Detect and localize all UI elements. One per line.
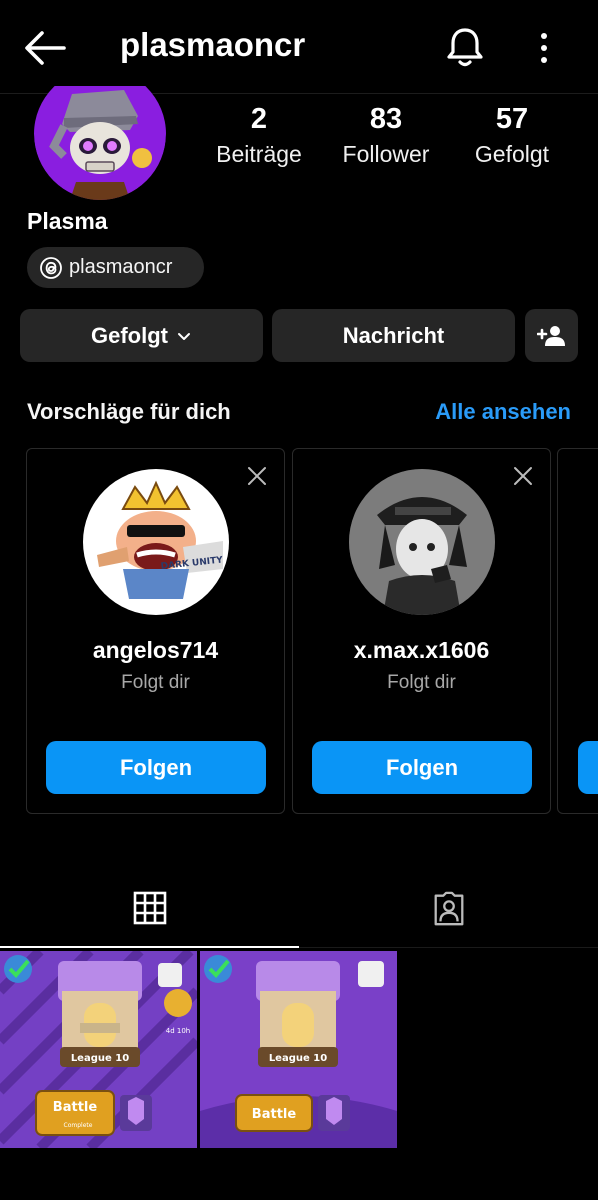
stat-posts-count: 2	[250, 103, 268, 135]
profile-username: plasmaoncr	[120, 26, 306, 63]
tab-tagged[interactable]	[299, 870, 598, 948]
stat-followers-label: Follower	[342, 141, 430, 167]
follow-button[interactable]: Folgen	[46, 741, 266, 794]
following-button[interactable]: Gefolgt	[20, 309, 263, 362]
suggestion-username: x.max.x1606	[353, 637, 490, 663]
top-bar: plasmaoncr	[0, 0, 598, 94]
message-button-label: Nachricht	[342, 322, 445, 348]
post-league-label: League 10	[269, 1053, 327, 1064]
stat-posts[interactable]: 2 Beiträge	[199, 102, 319, 172]
suggestion-subtitle: Folgt dir	[121, 672, 190, 693]
stat-following[interactable]: 57 Gefolgt	[452, 102, 572, 172]
suggestions-title: Vorschläge für dich	[27, 399, 231, 424]
stat-following-count: 57	[495, 103, 529, 135]
bell-icon[interactable]	[443, 24, 487, 70]
add-person-button[interactable]	[525, 309, 578, 362]
threads-handle: plasmaoncr	[69, 256, 173, 278]
suggestion-avatar[interactable]	[349, 469, 495, 615]
threads-badge[interactable]: plasmaoncr	[27, 247, 204, 288]
suggestion-card[interactable]: x.max.x1606 Folgt dir Folgen	[292, 448, 551, 814]
follow-button[interactable]: Folgen	[312, 741, 532, 794]
stat-followers-count: 83	[369, 103, 403, 135]
suggestion-subtitle: Folgt dir	[387, 672, 456, 693]
add-person-icon	[536, 325, 565, 346]
grid-icon	[133, 891, 166, 925]
post-league-label: League 10	[71, 1053, 129, 1064]
post-battle-label: Battle	[53, 1100, 98, 1115]
suggestion-card-partial[interactable]	[557, 448, 598, 814]
suggestion-avatar[interactable]: DARK UNITY	[83, 469, 229, 615]
arrow-left-icon[interactable]	[22, 28, 68, 68]
close-icon[interactable]	[246, 465, 268, 487]
tab-posts-grid[interactable]	[0, 870, 299, 948]
see-all-link[interactable]: Alle ansehen	[435, 399, 571, 425]
following-button-label: Gefolgt	[91, 322, 168, 348]
chevron-down-icon	[178, 332, 190, 340]
suggestion-username: angelos714	[92, 637, 219, 663]
follow-button-partial[interactable]	[578, 741, 598, 794]
stat-followers[interactable]: 83 Follower	[326, 102, 446, 172]
post-thumbnail[interactable]: League 10 4d 10h Battle Complete	[0, 951, 197, 1148]
close-icon[interactable]	[512, 465, 534, 487]
profile-avatar[interactable]	[34, 86, 166, 200]
stat-following-label: Gefolgt	[474, 141, 550, 167]
stat-posts-label: Beiträge	[216, 141, 302, 167]
suggestion-card[interactable]: DARK UNITY angelos714 Folgt dir Folgen	[26, 448, 285, 814]
threads-icon	[40, 256, 62, 279]
post-thumbnail[interactable]: League 10 Battle	[200, 951, 397, 1148]
post-timer: 4d 10h	[166, 1027, 190, 1035]
message-button[interactable]: Nachricht	[272, 309, 515, 362]
more-vertical-icon[interactable]	[532, 28, 556, 68]
post-complete-label: Complete	[64, 1122, 93, 1129]
display-name: Plasma	[27, 208, 108, 234]
profile-tabs	[0, 870, 598, 948]
tagged-person-icon	[434, 891, 463, 926]
post-battle-label: Battle	[252, 1107, 297, 1122]
